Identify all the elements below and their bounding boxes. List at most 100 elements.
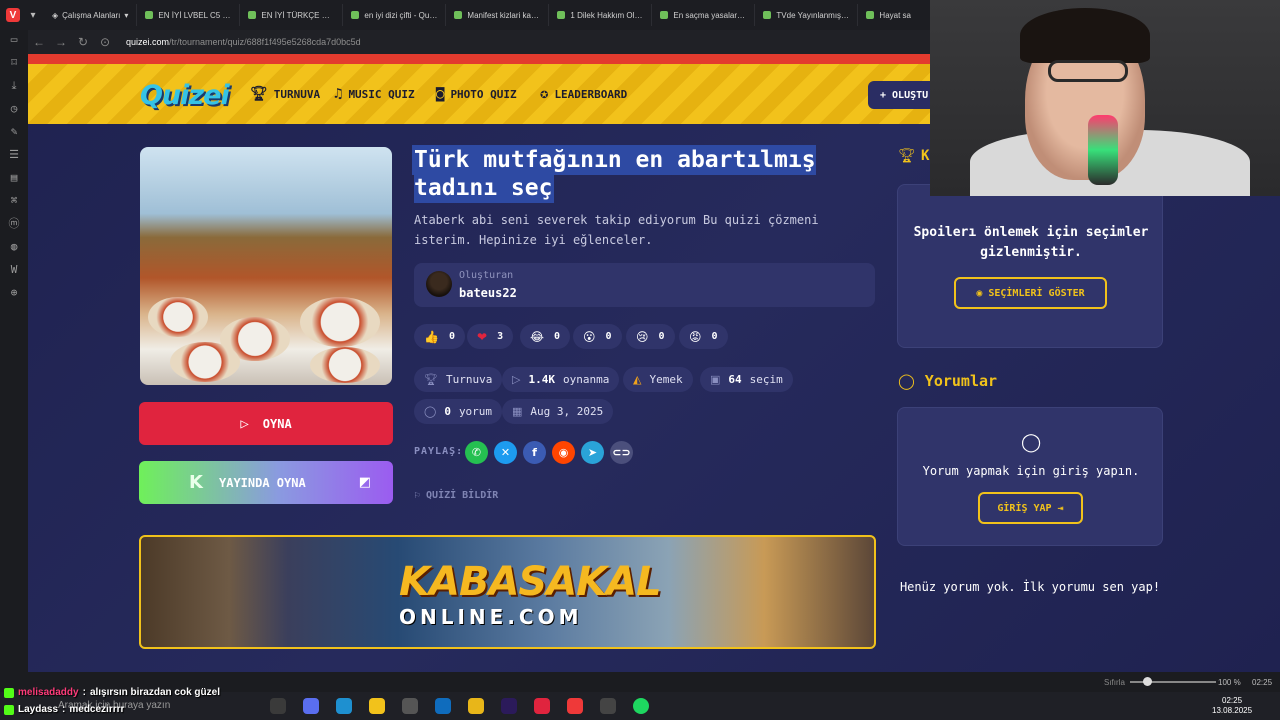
plate-shape [148,297,208,337]
wikipedia-icon[interactable]: W [8,264,20,276]
reaction-heart[interactable]: ❤ 3 [467,324,514,349]
chat-message: melisadaddy: alışırsın birazdan cok güze… [0,684,300,701]
twitch-icon: ◩ [358,475,371,490]
kick-logo-icon: K [189,472,203,493]
reaction-sad[interactable]: 😢 0 [626,324,675,349]
premiere-icon[interactable] [501,698,517,714]
reaction-angry[interactable]: 😡 0 [679,324,728,349]
report-quiz-link[interactable]: ⚐ QUİZİ BİLDİR [414,490,498,501]
favicon-icon [248,11,257,19]
flag-icon: ⚐ [414,490,421,501]
outlook-icon[interactable] [435,698,451,714]
plays-chip: ▷ 1.4K oynanma [502,367,620,392]
reaction-thumbs-up[interactable]: 👍 0 [414,324,465,349]
play-button[interactable]: ▷ OYNA [139,402,393,445]
chat-bubble-icon: ◯ [1021,432,1042,453]
browser-tab[interactable]: En saçma yasalar - Qui [651,4,754,26]
zoom-reset-link[interactable]: Sıfırla [1104,678,1125,687]
facebook-share-icon[interactable]: f [523,441,546,464]
quiz-description: Ataberk abi seni severek takip ediyorum … [414,213,819,247]
browser-tab[interactable]: 1 Dilek Hakkım Olsa - C [548,4,651,26]
copy-link-icon[interactable]: ⊂⊃ [610,441,633,464]
nav-leaderboard[interactable]: ✪ LEADERBOARD [540,86,627,102]
chevron-down-icon[interactable]: ▾ [26,10,40,21]
plate-shape [300,297,380,347]
add-panel-icon[interactable]: ⊕ [8,287,20,299]
favicon-icon [660,11,669,19]
copilot-icon[interactable] [303,698,319,714]
show-choices-button[interactable]: ◉ SEÇİMLERİ GÖSTER [954,277,1107,309]
notes-icon[interactable]: ✎ [8,126,20,138]
heart-icon: ❤ [477,329,488,344]
webcam-overlay [930,0,1280,196]
system-clock[interactable]: 02:25 13.08.2025 [1212,696,1252,716]
chrome-icon[interactable] [468,698,484,714]
favicon-icon [557,11,566,19]
play-icon: ▷ [240,415,249,432]
zoom-level: 100 % [1218,678,1241,687]
reaction-surprised[interactable]: 😮 0 [573,324,622,349]
ad-title: KABASAKAL [399,559,662,605]
play-on-stream-button[interactable]: K YAYINDA OYNA ◩ [139,461,393,504]
globe-icon[interactable]: ◍ [8,241,20,253]
trophy-icon: 🏆︎ [424,373,438,386]
spoiler-notice: Spoilerı önlemek için seçimler gizlenmiş… [913,225,1149,260]
browser-tab[interactable]: EN İYİ LVBEL C5 ŞARKI [136,4,239,26]
reaction-laugh[interactable]: 😂 0 [520,324,571,349]
calculator-icon[interactable] [402,698,418,714]
spotify-icon[interactable] [633,698,649,714]
forward-arrow-icon[interactable]: → [50,35,72,49]
vivaldi-logo-icon[interactable]: V [6,8,20,22]
telegram-share-icon[interactable]: ➤ [581,441,604,464]
x-share-icon[interactable]: ✕ [494,441,517,464]
back-arrow-icon[interactable]: ← [28,35,50,49]
ad-subtitle: ONLINE.COM [399,605,583,629]
no-comments-message: Henüz yorum yok. İlk yorumu sen yap! [899,580,1161,594]
zoom-slider-handle[interactable] [1143,677,1152,686]
translate-icon[interactable]: ⌘ [8,195,20,207]
quiz-cover-image [140,147,392,385]
site-logo[interactable]: Quizei [140,80,230,111]
creator-name[interactable]: bateus22 [459,286,517,300]
download-icon[interactable]: ⤓ [8,80,20,92]
login-button[interactable]: GİRİŞ YAP ⇥ [978,492,1083,524]
whatsapp-share-icon[interactable]: ✆ [465,441,488,464]
window-panel-icon[interactable]: ▤ [8,172,20,184]
workspace-switcher[interactable]: ◈ Çalışma Alanları ▾ [44,11,136,20]
browser-tab[interactable]: en iyi dizi çifti - Quizei [342,4,445,26]
reading-list-icon[interactable]: ☰ [8,149,20,161]
login-arrow-icon: ⇥ [1057,502,1064,514]
nav-photo-quiz[interactable]: ◙ PHOTO QUIZ [436,86,517,102]
favicon-icon [351,11,360,19]
plate-shape [310,347,380,383]
thumbs-up-icon: 👍 [424,329,439,344]
site-info-icon[interactable]: ⊙ [94,35,116,49]
vivaldi-icon[interactable] [567,698,583,714]
ad-banner[interactable]: KABASAKAL ONLINE.COM [139,535,876,649]
nav-music-quiz[interactable]: ♫ MUSIC QUIZ [334,86,415,102]
browser-tab[interactable]: EN İYİ TÜRKÇE ŞARKI 2 [239,4,342,26]
nav-turnuva[interactable]: 🏆︎ TURNUVA [250,86,320,102]
comments-heading: ◯ Yorumlar [898,372,998,390]
favicon-icon [145,11,154,19]
pizza-icon: ◭ [633,373,642,386]
calendar-icon: ▦ [512,405,523,418]
edge-icon[interactable] [336,698,352,714]
kick-badge-icon [4,687,14,698]
creator-card[interactable]: Oluşturan bateus22 [414,263,875,307]
history-icon[interactable]: ◷ [8,103,20,115]
mastodon-icon[interactable]: ⓜ [8,218,20,230]
reload-icon[interactable]: ↻ [72,35,94,49]
category-chip[interactable]: ◭ Yemek [623,367,693,392]
file-explorer-icon[interactable] [369,698,385,714]
panel-toggle-icon[interactable]: ▭ [8,34,20,46]
comments-chip: ◯ 0 yorum [414,399,503,424]
opera-icon[interactable] [534,698,550,714]
bookmark-icon[interactable]: ⌑ [8,57,20,69]
obs-icon[interactable] [600,698,616,714]
chevron-down-icon: ▾ [124,10,129,20]
url-field[interactable]: quizei.com/tr/tournament/quiz/688f1f495e… [126,37,361,47]
browser-tab[interactable]: Manifest kizlari karsilas [445,4,548,26]
reddit-share-icon[interactable]: ◉ [552,441,575,464]
browser-tab[interactable]: TVde Yayınlanmış En İy [754,4,857,26]
